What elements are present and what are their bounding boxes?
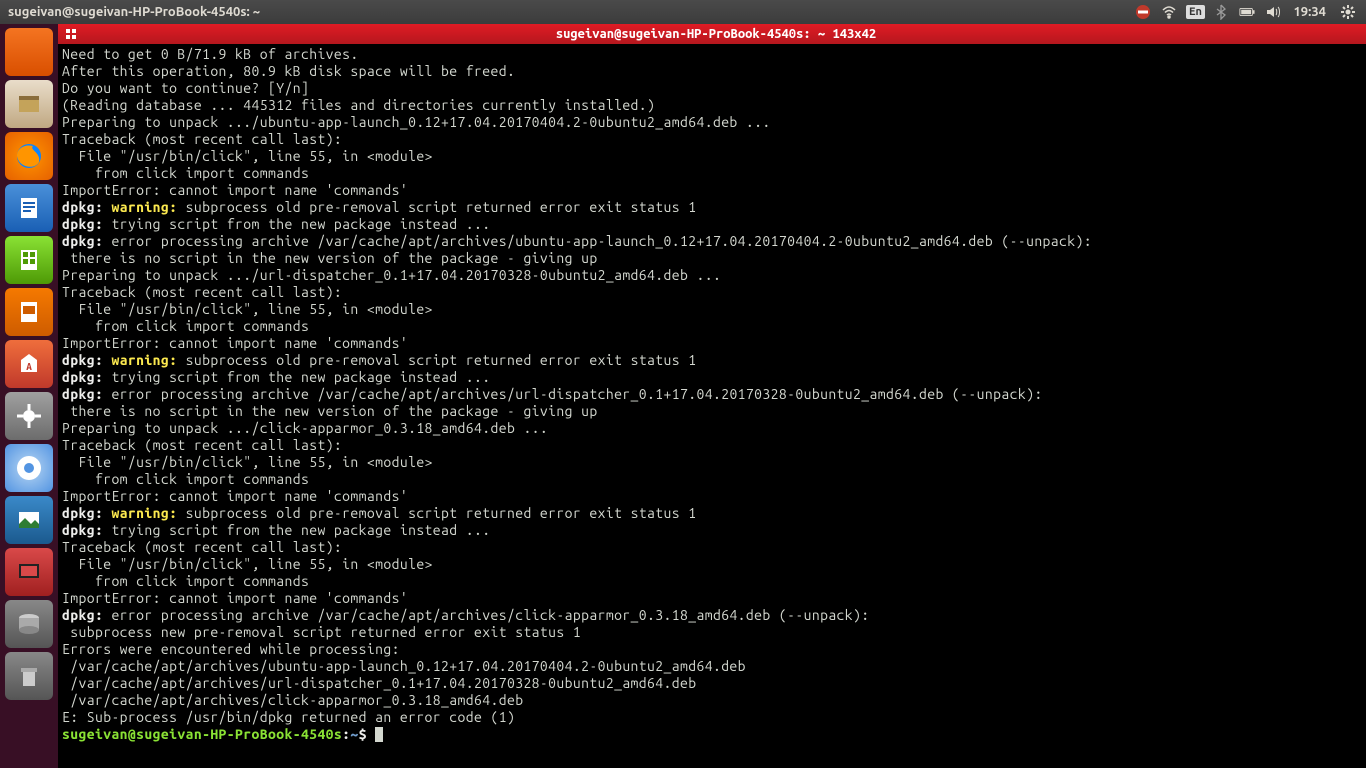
cursor-icon xyxy=(375,727,383,742)
terminal-line: Errors were encountered while processing… xyxy=(62,641,1362,658)
terminal-line: Traceback (most recent call last): xyxy=(62,284,1362,301)
terminal-line: File "/usr/bin/click", line 55, in <modu… xyxy=(62,454,1362,471)
launcher-files[interactable] xyxy=(5,80,53,128)
wifi-icon[interactable] xyxy=(1159,2,1179,22)
terminal-line: After this operation, 80.9 kB disk space… xyxy=(62,63,1362,80)
launcher-software[interactable]: A xyxy=(5,340,53,388)
terminal-line: ImportError: cannot import name 'command… xyxy=(62,488,1362,505)
terminal-window: sugeivan@sugeivan-HP-ProBook-4540s: ~ 14… xyxy=(58,24,1366,768)
terminal-line: File "/usr/bin/click", line 55, in <modu… xyxy=(62,148,1362,165)
no-entry-icon[interactable] xyxy=(1133,2,1153,22)
terminal-line: Traceback (most recent call last): xyxy=(62,539,1362,556)
top-panel: sugeivan@sugeivan-HP-ProBook-4540s: ~ En… xyxy=(0,0,1366,24)
launcher-dash[interactable] xyxy=(5,28,53,76)
terminal-line: (Reading database ... 445312 files and d… xyxy=(62,97,1362,114)
launcher-disks[interactable] xyxy=(5,600,53,648)
terminal-line: ImportError: cannot import name 'command… xyxy=(62,590,1362,607)
terminal-line: dpkg: error processing archive /var/cach… xyxy=(62,233,1362,250)
terminal-line: Need to get 0 B/71.9 kB of archives. xyxy=(62,46,1362,63)
language-indicator[interactable]: En xyxy=(1185,2,1205,22)
terminal-line: dpkg: error processing archive /var/cach… xyxy=(62,386,1362,403)
terminal-line: from click import commands xyxy=(62,165,1362,182)
terminal-line: ImportError: cannot import name 'command… xyxy=(62,335,1362,352)
terminal-line: Traceback (most recent call last): xyxy=(62,131,1362,148)
terminal-prompt[interactable]: sugeivan@sugeivan-HP-ProBook-4540s:~$ xyxy=(62,726,1362,743)
terminal-line: dpkg: trying script from the new package… xyxy=(62,522,1362,539)
launcher-screenshot[interactable] xyxy=(5,548,53,596)
clock[interactable]: 19:34 xyxy=(1293,5,1326,19)
terminal-line: dpkg: warning: subprocess old pre-remova… xyxy=(62,352,1362,369)
terminal-line: /var/cache/apt/archives/click-apparmor_0… xyxy=(62,692,1362,709)
terminal-line: subprocess new pre-removal script return… xyxy=(62,624,1362,641)
terminal-line: dpkg: warning: subprocess old pre-remova… xyxy=(62,505,1362,522)
window-menu-icon[interactable] xyxy=(62,28,80,40)
terminal-line: Do you want to continue? [Y/n] xyxy=(62,80,1362,97)
terminal-title: sugeivan@sugeivan-HP-ProBook-4540s: ~ 14… xyxy=(84,27,1348,41)
terminal-line: Preparing to unpack .../click-apparmor_0… xyxy=(62,420,1362,437)
terminal-line: there is no script in the new version of… xyxy=(62,403,1362,420)
panel-window-title: sugeivan@sugeivan-HP-ProBook-4540s: ~ xyxy=(8,5,260,19)
terminal-line: there is no script in the new version of… xyxy=(62,250,1362,267)
terminal-line: from click import commands xyxy=(62,471,1362,488)
volume-icon[interactable] xyxy=(1263,2,1283,22)
terminal-line: File "/usr/bin/click", line 55, in <modu… xyxy=(62,301,1362,318)
terminal-line: from click import commands xyxy=(62,318,1362,335)
terminal-content[interactable]: Need to get 0 B/71.9 kB of archives.Afte… xyxy=(58,44,1366,768)
launcher-chromium[interactable] xyxy=(5,444,53,492)
battery-icon[interactable] xyxy=(1237,2,1257,22)
launcher-impress[interactable] xyxy=(5,288,53,336)
terminal-line: Traceback (most recent call last): xyxy=(62,437,1362,454)
terminal-titlebar[interactable]: sugeivan@sugeivan-HP-ProBook-4540s: ~ 14… xyxy=(58,24,1366,44)
terminal-line: /var/cache/apt/archives/ubuntu-app-launc… xyxy=(62,658,1362,675)
terminal-line: dpkg: error processing archive /var/cach… xyxy=(62,607,1362,624)
terminal-line: ImportError: cannot import name 'command… xyxy=(62,182,1362,199)
launcher: A xyxy=(0,24,58,768)
terminal-line: dpkg: warning: subprocess old pre-remova… xyxy=(62,199,1362,216)
launcher-writer[interactable] xyxy=(5,184,53,232)
terminal-line: dpkg: trying script from the new package… xyxy=(62,369,1362,386)
bluetooth-icon[interactable] xyxy=(1211,2,1231,22)
gear-icon[interactable] xyxy=(1338,2,1358,22)
terminal-line: Preparing to unpack .../url-dispatcher_0… xyxy=(62,267,1362,284)
terminal-line: E: Sub-process /usr/bin/dpkg returned an… xyxy=(62,709,1362,726)
launcher-calc[interactable] xyxy=(5,236,53,284)
launcher-firefox[interactable] xyxy=(5,132,53,180)
launcher-trash[interactable] xyxy=(5,652,53,700)
launcher-settings[interactable] xyxy=(5,392,53,440)
launcher-wallpaper[interactable] xyxy=(5,496,53,544)
terminal-line: /var/cache/apt/archives/url-dispatcher_0… xyxy=(62,675,1362,692)
terminal-line: Preparing to unpack .../ubuntu-app-launc… xyxy=(62,114,1362,131)
svg-text:A: A xyxy=(26,361,32,372)
terminal-line: dpkg: trying script from the new package… xyxy=(62,216,1362,233)
terminal-line: File "/usr/bin/click", line 55, in <modu… xyxy=(62,556,1362,573)
terminal-line: from click import commands xyxy=(62,573,1362,590)
